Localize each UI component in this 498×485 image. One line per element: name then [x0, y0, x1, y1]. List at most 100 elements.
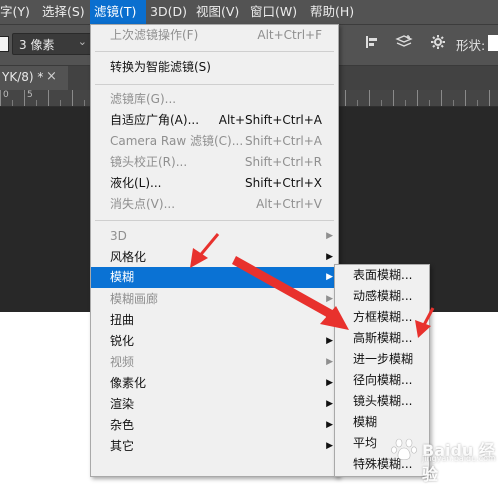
menu-item-liquify[interactable]: 液化(L)... Shift+Ctrl+X [91, 173, 338, 194]
chevron-right-icon: ▶ [326, 420, 333, 430]
menu-item-shortcut: Alt+Shift+Ctrl+A [218, 113, 322, 127]
ruler-tick [405, 100, 406, 106]
ruler-tick [12, 100, 13, 106]
arrange-icon[interactable] [394, 34, 414, 54]
stroke-width-select[interactable]: 3 像素 ⌄ [12, 33, 92, 55]
gear-icon[interactable] [428, 34, 448, 54]
menu-item-label: 模糊画廊 [110, 292, 159, 306]
menu-window[interactable]: 窗口(W) [250, 0, 297, 24]
menu-item-adaptive-wide-angle[interactable]: 自适应广角(A)... Alt+Shift+Ctrl+A [91, 110, 338, 131]
menu-item-label: 高斯模糊... [353, 331, 413, 345]
fill-swatch[interactable] [0, 36, 9, 52]
menu-item-3d[interactable]: 3D ▶ [91, 226, 338, 247]
submenu-item-motion-blur[interactable]: 动感模糊... [335, 286, 429, 307]
menu-item-label: 转换为智能滤镜(S) [110, 60, 211, 74]
menu-item-label: 自适应广角(A)... [110, 113, 200, 127]
close-icon[interactable]: × [46, 69, 57, 84]
menu-help[interactable]: 帮助(H) [310, 0, 354, 24]
menu-item-last-filter[interactable]: 上次滤镜操作(F) Alt+Ctrl+F [91, 25, 338, 46]
watermark-subtext: jingyan.baidu.com [422, 454, 496, 463]
chevron-down-icon: ⌄ [77, 35, 87, 48]
ruler-tick [357, 100, 358, 106]
align-icon[interactable] [362, 34, 382, 54]
menu-item-label: 径向模糊... [353, 373, 413, 387]
ruler-tick [429, 100, 430, 106]
menu-item-label: 3D [110, 229, 127, 243]
paw-icon [391, 438, 417, 461]
baidu-watermark: Baidu 经验 jingyan.baidu.com [388, 432, 496, 484]
submenu-item-radial-blur[interactable]: 径向模糊... [335, 370, 429, 391]
ruler-tick [465, 90, 466, 106]
menu-item-label: 镜头模糊... [353, 394, 413, 408]
menu-item-label: 渲染 [110, 397, 135, 411]
menu-item-lens-correction[interactable]: 镜头校正(R)... Shift+Ctrl+R [91, 152, 338, 173]
menu-item-blur[interactable]: 模糊 ▶ [91, 267, 338, 288]
menu-separator [95, 220, 334, 221]
document-tab-title: YK/8) * [2, 70, 44, 84]
menu-item-label: 消失点(V)... [110, 197, 176, 211]
submenu-item-lens-blur[interactable]: 镜头模糊... [335, 391, 429, 412]
ruler-tick [24, 90, 25, 106]
menu-select[interactable]: 选择(S) [42, 0, 85, 24]
submenu-item-blur-more[interactable]: 进一步模糊 [335, 349, 429, 370]
menu-item-label: 杂色 [110, 418, 135, 432]
ruler-tick [489, 90, 490, 106]
menu-item-label: 动感模糊... [353, 289, 413, 303]
menu-item-pixelate[interactable]: 像素化 ▶ [91, 373, 338, 394]
shape-label: 形状: [456, 38, 486, 53]
stroke-width-value: 3 像素 [19, 38, 55, 52]
menu-item-label: Camera Raw 滤镜(C)... [110, 134, 244, 148]
menu-item-label: 平均 [353, 436, 378, 450]
ruler-tick [417, 90, 418, 106]
menu-separator [95, 51, 334, 52]
menu-item-other[interactable]: 其它 ▶ [91, 436, 338, 457]
menu-item-video[interactable]: 视频 ▶ [91, 352, 338, 373]
ruler-number: 5 [27, 90, 33, 100]
menu-item-label: 其它 [110, 439, 135, 453]
menu-item-label: 模糊 [353, 415, 378, 429]
chevron-right-icon: ▶ [326, 378, 333, 388]
menu-item-shortcut: Alt+Ctrl+F [257, 28, 322, 42]
chevron-right-icon: ▶ [326, 399, 333, 409]
menu-3d[interactable]: 3D(D) [150, 0, 187, 24]
ruler-tick [393, 90, 394, 106]
ruler-tick [72, 90, 73, 106]
submenu-item-blur[interactable]: 模糊 [335, 412, 429, 433]
menu-item-label: 像素化 [110, 376, 147, 390]
submenu-item-surface-blur[interactable]: 表面模糊... [335, 265, 429, 286]
menu-item-vanishing-point[interactable]: 消失点(V)... Alt+Ctrl+V [91, 194, 338, 215]
menu-item-label: 方框模糊... [353, 310, 413, 324]
menu-item-label: 风格化 [110, 250, 147, 264]
menu-item-noise[interactable]: 杂色 ▶ [91, 415, 338, 436]
submenu-item-gaussian-blur[interactable]: 高斯模糊... [335, 328, 429, 349]
menu-item-camera-raw[interactable]: Camera Raw 滤镜(C)... Shift+Ctrl+A [91, 131, 338, 152]
menu-item-render[interactable]: 渲染 ▶ [91, 394, 338, 415]
menu-item-filter-gallery[interactable]: 滤镜库(G)... [91, 89, 338, 110]
menu-view[interactable]: 视图(V) [196, 0, 239, 24]
menu-item-blur-gallery[interactable]: 模糊画廊 ▶ [91, 289, 338, 310]
ruler-tick [36, 100, 37, 106]
chevron-right-icon: ▶ [326, 231, 333, 241]
menu-item-label: 表面模糊... [353, 268, 413, 282]
ruler-tick [60, 100, 61, 106]
ruler-tick [345, 90, 346, 106]
chevron-right-icon: ▶ [326, 315, 333, 325]
menu-item-convert-smart-filter[interactable]: 转换为智能滤镜(S) [91, 57, 338, 78]
menu-item-distort[interactable]: 扭曲 ▶ [91, 310, 338, 331]
menu-item-label: 镜头校正(R)... [110, 155, 188, 169]
menu-filter[interactable]: 滤镜(T) [90, 0, 146, 24]
ruler-tick [381, 100, 382, 106]
menu-item-sharpen[interactable]: 锐化 ▶ [91, 331, 338, 352]
ruler-tick [477, 100, 478, 106]
menu-item-stylize[interactable]: 风格化 ▶ [91, 247, 338, 268]
ruler-tick [0, 90, 1, 106]
ruler-tick [84, 100, 85, 106]
menu-item-label: 上次滤镜操作(F) [110, 28, 199, 42]
menu-item-label: 液化(L)... [110, 176, 162, 190]
menu-item-shortcut: Alt+Ctrl+V [256, 197, 322, 211]
submenu-item-box-blur[interactable]: 方框模糊... [335, 307, 429, 328]
shape-swatch[interactable] [488, 35, 498, 51]
document-tab[interactable]: YK/8) * × [0, 66, 68, 90]
menu-type[interactable]: 字(Y) [0, 0, 30, 24]
menu-item-label: 进一步模糊 [353, 352, 414, 366]
